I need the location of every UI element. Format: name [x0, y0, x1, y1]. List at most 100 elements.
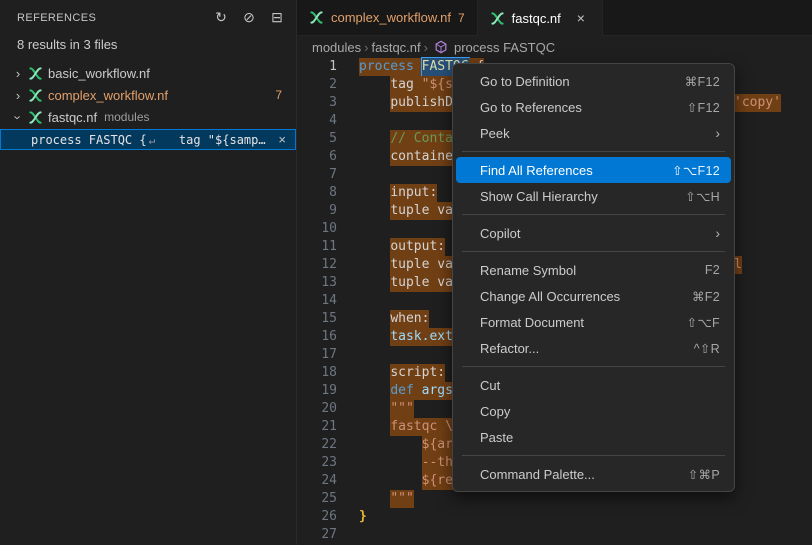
menu-item-refactor[interactable]: Refactor... ^⇧R	[456, 335, 731, 361]
process-symbol-icon	[434, 40, 448, 54]
line-number: 26	[297, 508, 337, 526]
nextflow-file-icon	[28, 88, 43, 103]
dismiss-result-icon[interactable]: ×	[269, 132, 295, 147]
nextflow-file-icon	[28, 66, 43, 81]
code-segment	[359, 77, 390, 92]
menu-item-label: Go to References	[480, 100, 582, 115]
refresh-icon[interactable]: ↻	[210, 7, 232, 29]
line-number: 25	[297, 490, 337, 508]
menu-item-label: Paste	[480, 430, 513, 445]
line-number: 9	[297, 202, 337, 220]
menu-item-cut[interactable]: Cut	[456, 372, 731, 398]
line-number: 7	[297, 166, 337, 184]
tree-item-fastqc[interactable]: › fastqc.nf modules	[0, 106, 296, 128]
line-number: 10	[297, 220, 337, 238]
breadcrumb-item-file[interactable]: fastqc.nf	[371, 40, 420, 55]
code-segment: }	[359, 509, 367, 524]
code-segment: containe	[390, 148, 453, 166]
menu-item-label: Find All References	[480, 163, 593, 178]
code-segment: when:	[390, 310, 429, 328]
code-segment	[359, 329, 390, 344]
line-number: 8	[297, 184, 337, 202]
line-number: 3	[297, 94, 337, 112]
menu-item-label: Command Palette...	[480, 467, 595, 482]
menu-item-change-all-occurrences[interactable]: Change All Occurrences ⌘F2	[456, 283, 731, 309]
nextflow-file-icon	[490, 11, 505, 26]
breadcrumb-item-modules[interactable]: modules	[312, 40, 361, 55]
tab-label: complex_workflow.nf	[331, 10, 451, 25]
line-number-gutter: 1234567891011121314151617181920212223242…	[297, 58, 337, 544]
code-segment	[359, 383, 390, 398]
code-line[interactable]: }	[359, 508, 812, 526]
code-segment	[359, 131, 390, 146]
code-segment: publishD	[390, 94, 453, 112]
menu-item-rename-symbol[interactable]: Rename Symbol F2	[456, 257, 731, 283]
menu-item-go-to-definition[interactable]: Go to Definition ⌘F12	[456, 68, 731, 94]
menu-item-label: Copy	[480, 404, 510, 419]
menu-item-label: Rename Symbol	[480, 263, 576, 278]
line-number: 24	[297, 472, 337, 490]
menu-item-format-document[interactable]: Format Document ⇧⌥F	[456, 309, 731, 335]
menu-item-peek[interactable]: Peek ›	[456, 120, 731, 146]
chevron-right-icon[interactable]: ›	[10, 88, 26, 103]
line-number: 4	[297, 112, 337, 130]
code-segment	[359, 149, 390, 164]
file-name: basic_workflow.nf	[48, 66, 150, 81]
menu-separator	[462, 366, 725, 367]
menu-item-command-palette[interactable]: Command Palette... ⇧⌘P	[456, 461, 731, 487]
line-number: 11	[297, 238, 337, 256]
line-number: 1	[297, 58, 337, 76]
tab-complex-workflow[interactable]: complex_workflow.nf 7	[297, 0, 478, 35]
line-number: 2	[297, 76, 337, 94]
menu-item-copy[interactable]: Copy	[456, 398, 731, 424]
menu-item-go-to-references[interactable]: Go to References ⇧F12	[456, 94, 731, 120]
line-number: 18	[297, 364, 337, 382]
menu-separator	[462, 151, 725, 152]
line-number: 21	[297, 418, 337, 436]
menu-item-copilot[interactable]: Copilot ›	[456, 220, 731, 246]
reference-result-item[interactable]: process FASTQC {↵ tag "${samp… ×	[0, 129, 296, 150]
breadcrumb-item-symbol[interactable]: process FASTQC	[454, 40, 555, 55]
code-segment: input:	[390, 184, 437, 202]
code-segment: def	[390, 382, 421, 400]
tree-item-basic-workflow[interactable]: › basic_workflow.nf	[0, 62, 296, 84]
menu-item-find-all-references[interactable]: Find All References ⇧⌥F12	[456, 157, 731, 183]
menu-separator	[462, 455, 725, 456]
breadcrumb: modules › fastqc.nf › process FASTQC	[297, 36, 812, 58]
code-segment	[359, 491, 390, 506]
clear-results-icon[interactable]: ⊘	[238, 7, 260, 29]
code-segment: tag	[390, 76, 421, 94]
line-number: 5	[297, 130, 337, 148]
collapse-all-icon[interactable]: ⊟	[266, 7, 288, 29]
result-snippet: process FASTQC {↵ tag "${samp…	[31, 133, 266, 147]
code-line[interactable]	[359, 526, 812, 544]
code-line[interactable]: """	[359, 490, 812, 508]
menu-item-label: Copilot	[480, 226, 520, 241]
file-name: fastqc.nf	[48, 110, 97, 125]
menu-item-paste[interactable]: Paste	[456, 424, 731, 450]
code-segment: """	[390, 400, 413, 418]
line-number: 19	[297, 382, 337, 400]
nextflow-file-icon	[28, 110, 43, 125]
menu-item-shortcut: ⇧⌥F12	[672, 163, 720, 178]
menu-item-show-call-hierarchy[interactable]: Show Call Hierarchy ⇧⌥H	[456, 183, 731, 209]
code-segment: args	[422, 382, 453, 400]
code-segment: output:	[390, 238, 445, 256]
code-segment: process	[359, 58, 422, 76]
chevron-right-icon[interactable]: ›	[10, 66, 26, 81]
results-summary: 8 results in 3 files	[0, 35, 296, 62]
code-segment: script:	[390, 364, 445, 382]
close-icon[interactable]: ×	[572, 9, 590, 27]
tab-fastqc[interactable]: fastqc.nf ×	[478, 0, 603, 36]
line-number: 23	[297, 454, 337, 472]
chevron-down-icon[interactable]: ›	[11, 109, 26, 125]
code-segment: ${re	[422, 472, 453, 490]
code-segment: """	[390, 490, 413, 508]
code-segment	[359, 185, 390, 200]
tree-item-complex-workflow[interactable]: › complex_workflow.nf 7	[0, 84, 296, 106]
chevron-right-icon: ›	[364, 40, 368, 55]
code-segment: fastqc \	[390, 418, 453, 436]
context-menu: Go to Definition ⌘F12 Go to References ⇧…	[452, 63, 735, 492]
menu-item-shortcut: ⌘F12	[685, 74, 720, 89]
code-fragment: l	[734, 256, 742, 274]
